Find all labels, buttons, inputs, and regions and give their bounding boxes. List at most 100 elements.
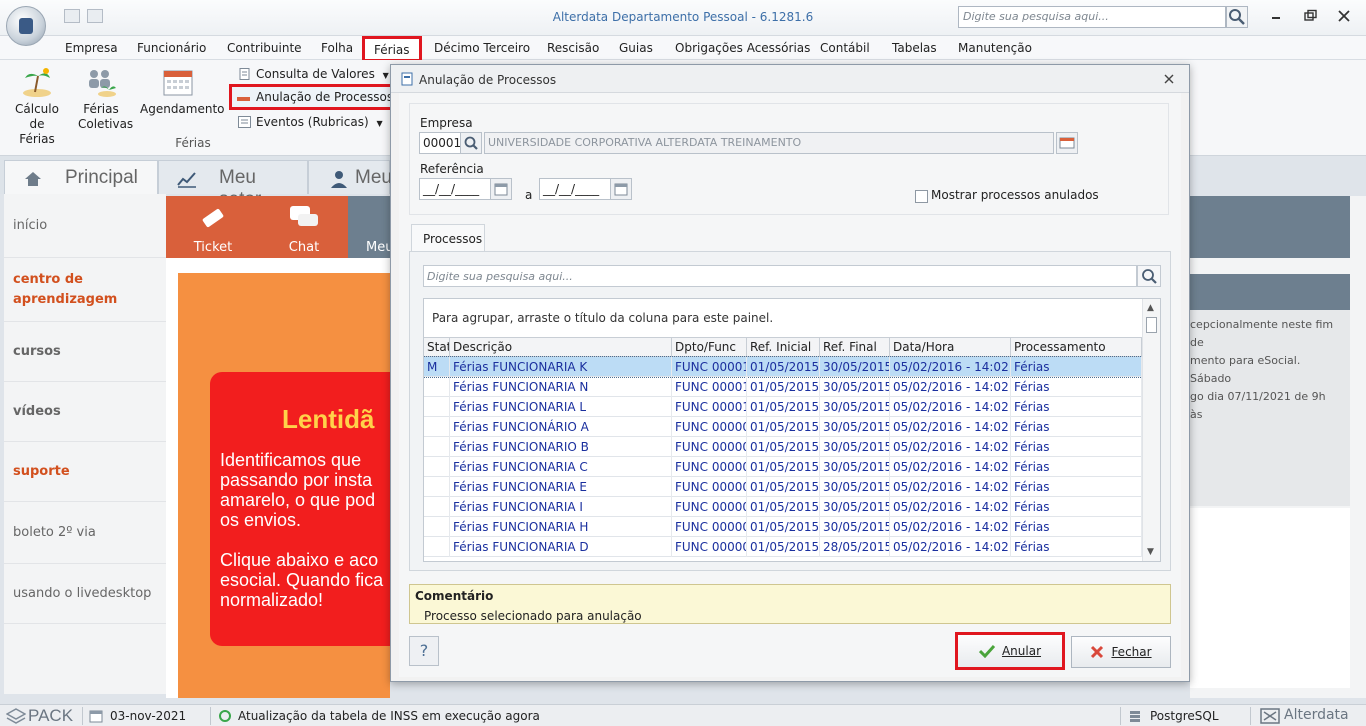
menu-empresa[interactable]: Empresa: [65, 41, 118, 55]
table-row[interactable]: Férias FUNCIONARIA CFUNC 00000301/05/201…: [424, 457, 1142, 477]
menu-tabelas[interactable]: Tabelas: [892, 41, 937, 55]
menu-contabil[interactable]: Contábil: [820, 41, 870, 55]
eventos-rubricas-label: Eventos (Rubricas): [256, 115, 369, 129]
table-row[interactable]: MFérias FUNCIONARIA KFUNC 00001101/05/20…: [424, 356, 1143, 378]
menu-ferias[interactable]: Férias: [362, 36, 422, 62]
ferias-coletivas-button[interactable]: Férias Coletivas: [78, 66, 133, 132]
referencia-from-calendar[interactable]: [490, 178, 512, 200]
scroll-down-icon[interactable]: ▼: [1147, 547, 1154, 557]
scroll-up-icon[interactable]: ▲: [1147, 303, 1154, 313]
menu-guias[interactable]: Guias: [619, 41, 653, 55]
menu-manutencao[interactable]: Manutenção: [958, 41, 1032, 55]
sidebar-item-inicio[interactable]: início: [4, 194, 166, 258]
table-row[interactable]: Férias FUNCIONARIA DFUNC 00000401/05/201…: [424, 537, 1142, 557]
referencia-from-input[interactable]: __/__/____: [419, 178, 491, 200]
status-circle-icon: [219, 710, 231, 722]
col-dpto-func[interactable]: Dpto/Func: [672, 338, 747, 357]
cell-processamento: Férias: [1011, 377, 1142, 397]
cell-descricao: Férias FUNCIONÁRIO A: [450, 417, 672, 437]
help-button[interactable]: ?: [409, 636, 439, 666]
table-row[interactable]: Férias FUNCIONÁRIO AFUNC 00000101/05/201…: [424, 417, 1142, 437]
tab-meu-setor[interactable]: Meu setor: [158, 160, 308, 210]
scroll-thumb[interactable]: [1146, 317, 1157, 333]
dialog-title: Anulação de Processos: [419, 73, 557, 87]
calculo-ferias-button[interactable]: Cálculo de Férias: [12, 66, 62, 147]
status-bar: PACK 03-nov-2021 Atualização da tabela d…: [0, 704, 1366, 726]
consulta-valores-button[interactable]: Consulta de Valores ▼: [236, 65, 393, 85]
chat-tile[interactable]: Chat: [260, 196, 348, 258]
eventos-rubricas-button[interactable]: Eventos (Rubricas) ▼: [236, 113, 387, 133]
lentidao-card[interactable]: Lentidã Identificamos que passando por i…: [210, 372, 390, 646]
dialog-close-button[interactable]: [1161, 71, 1177, 87]
menu-contribuinte[interactable]: Contribuinte: [227, 41, 302, 55]
sidebar-item-boleto[interactable]: boleto 2º via: [4, 502, 166, 564]
sidebar-item-centro-aprendizagem[interactable]: centro de aprendizagem: [4, 258, 166, 322]
meu-tile[interactable]: Meu: [348, 196, 393, 258]
tab-processos[interactable]: Processos: [411, 224, 485, 252]
banner-text-2: Clique abaixo e aco esocial. Quando fica…: [220, 550, 384, 610]
sidebar-item-videos[interactable]: vídeos: [4, 382, 166, 442]
col-processamento[interactable]: Processamento: [1011, 338, 1142, 357]
ticket-label: Ticket: [193, 240, 233, 255]
global-search-button[interactable]: [1226, 6, 1248, 28]
referencia-to-calendar[interactable]: [610, 178, 632, 200]
close-icon: [1338, 10, 1350, 22]
processos-panel: Digite sua pesquisa aqui... Para agrupar…: [409, 251, 1171, 571]
empresa-list-button[interactable]: [1056, 132, 1078, 154]
anular-label: Anular: [1001, 644, 1042, 658]
cell-ref-final: 30/05/2015: [820, 497, 890, 517]
sidebar-item-livedesktop[interactable]: usando o livedesktop: [4, 564, 166, 624]
filter-group: Empresa 00001 UNIVERSIDADE CORPORATIVA A…: [409, 103, 1169, 215]
grid-search-button[interactable]: [1137, 265, 1161, 287]
empresa-name-field: UNIVERSIDADE CORPORATIVA ALTERDATA TREIN…: [484, 132, 1054, 154]
sidebar-item-suporte[interactable]: suporte: [4, 442, 166, 502]
minimize-button[interactable]: [1268, 9, 1284, 23]
restore-icon: [1304, 9, 1317, 21]
referencia-to-input[interactable]: __/__/____: [539, 178, 611, 200]
restore-button[interactable]: [1302, 9, 1318, 23]
app-logo[interactable]: [6, 6, 46, 46]
menu-decimo-terceiro[interactable]: Décimo Terceiro: [434, 41, 530, 55]
anulacao-processos-button[interactable]: Anulação de Processos: [229, 84, 403, 110]
col-data-hora[interactable]: Data/Hora: [890, 338, 1011, 357]
title-bar: Alterdata Departamento Pessoal - 6.1281.…: [0, 0, 1366, 36]
close-window-button[interactable]: [1336, 9, 1352, 23]
main-content: Lentidã Identificamos que passando por i…: [166, 258, 390, 698]
tab-principal[interactable]: Principal: [4, 160, 158, 194]
search-icon: [1229, 9, 1245, 25]
mostrar-anulados-checkbox[interactable]: [915, 190, 928, 203]
grid-search-input[interactable]: Digite sua pesquisa aqui...: [423, 265, 1137, 287]
col-stat[interactable]: Stat: [424, 338, 450, 357]
grid-header: Stat Descrição Dpto/Func Ref. Inicial Re…: [424, 337, 1142, 357]
agendamento-button[interactable]: Agendamento: [140, 66, 225, 117]
empresa-search-button[interactable]: [460, 132, 482, 154]
grid-scrollbar[interactable]: ▲ ▼: [1142, 299, 1160, 561]
col-descricao[interactable]: Descrição: [450, 338, 672, 357]
document-icon: [401, 72, 413, 86]
table-row[interactable]: Férias FUNCIONARIA EFUNC 00000501/05/201…: [424, 477, 1142, 497]
ticket-tile[interactable]: Ticket: [166, 196, 260, 258]
empresa-code-input[interactable]: 00001: [419, 132, 461, 154]
table-row[interactable]: Férias FUNCIONARIO BFUNC 00000201/05/201…: [424, 437, 1142, 457]
cell-ref-inicial: 01/05/2015: [747, 477, 820, 497]
anulacao-dialog: Anulação de Processos Empresa 00001 UNIV…: [390, 64, 1190, 682]
chart-icon: [177, 172, 196, 188]
menu-folha[interactable]: Folha: [321, 41, 353, 55]
table-row[interactable]: Férias FUNCIONARIA NFUNC 00001401/05/201…: [424, 377, 1142, 397]
chevron-down-icon: ▼: [382, 71, 389, 80]
global-search-input[interactable]: Digite sua pesquisa aqui...: [958, 6, 1226, 28]
anular-button[interactable]: Anular: [955, 632, 1065, 670]
table-row[interactable]: Férias FUNCIONARIA LFUNC 00001201/05/201…: [424, 397, 1142, 417]
cell-stat: [424, 537, 450, 557]
tab-meu[interactable]: Meu: [308, 160, 392, 194]
table-row[interactable]: Férias FUNCIONARIA HFUNC 00000801/05/201…: [424, 517, 1142, 537]
menu-obrigacoes-acessorias[interactable]: Obrigações Acessórias: [675, 41, 810, 55]
sidebar-item-cursos[interactable]: cursos: [4, 322, 166, 382]
menu-rescisao[interactable]: Rescisão: [547, 41, 599, 55]
col-ref-final[interactable]: Ref. Final: [820, 338, 890, 357]
col-ref-inicial[interactable]: Ref. Inicial: [747, 338, 820, 357]
fechar-button[interactable]: Fechar: [1071, 636, 1171, 668]
menu-funcionario[interactable]: Funcionário: [137, 41, 206, 55]
table-row[interactable]: Férias FUNCIONARIA IFUNC 00000901/05/201…: [424, 497, 1142, 517]
cell-dpto-func: FUNC 000008: [672, 517, 747, 537]
